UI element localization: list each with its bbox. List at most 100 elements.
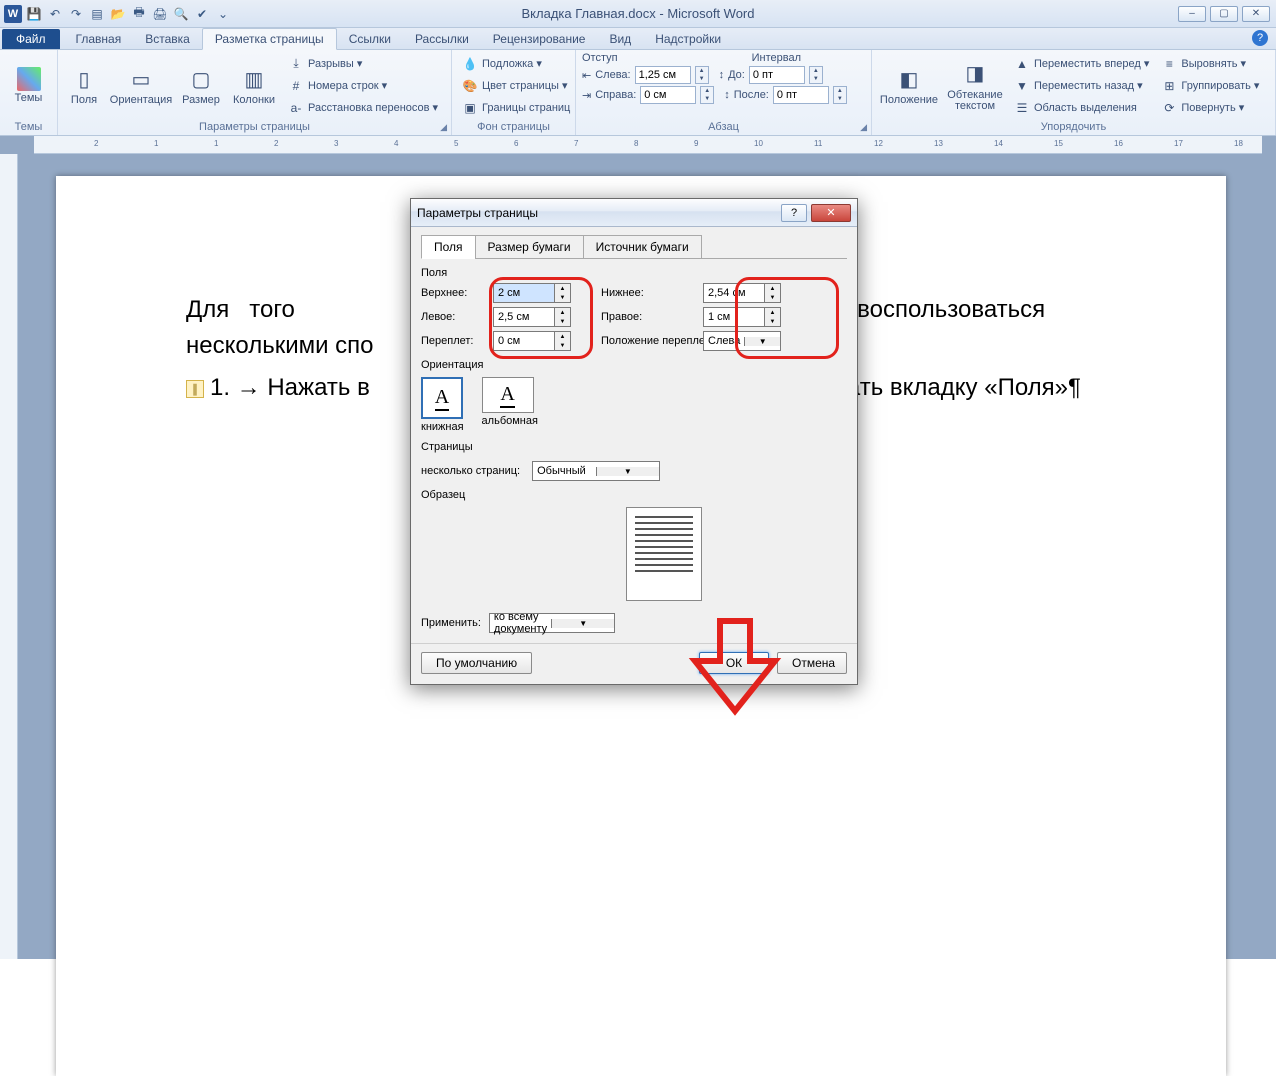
file-tab[interactable]: Файл [2,29,60,49]
horizontal-ruler[interactable]: 21123456789101112131415161718 [34,136,1262,154]
tab-view[interactable]: Вид [597,29,643,49]
qat-undo-icon[interactable]: ↶ [46,5,64,23]
qat-print-icon[interactable]: 🖶 [130,5,148,23]
spinner-arrows[interactable]: ▲▼ [700,86,714,104]
align-button[interactable]: ≡Выровнять ▾ [1157,54,1263,74]
bring-forward-button[interactable]: ▲Переместить вперед ▾ [1010,54,1153,74]
line-numbers-button[interactable]: #Номера строк ▾ [284,76,442,96]
margin-left-input[interactable] [493,307,555,327]
wrap-text-button[interactable]: ◨Обтекание текстом [944,54,1006,118]
themes-icon [17,67,41,91]
tab-page-layout[interactable]: Разметка страницы [202,28,337,50]
close-button[interactable]: ✕ [1242,6,1270,22]
spinner-arrows[interactable]: ▲▼ [695,66,709,84]
qat-quickprint-icon[interactable]: 🖨 [151,5,169,23]
orientation-landscape[interactable]: Aальбомная [482,377,538,433]
margin-bottom-field[interactable]: ▲▼ [703,283,793,303]
qat-open-icon[interactable]: 📂 [109,5,127,23]
minimize-button[interactable]: – [1178,6,1206,22]
tab-references[interactable]: Ссылки [337,29,403,49]
margin-top-field[interactable]: ▲▼ [493,283,583,303]
spacing-before-field[interactable]: ↕До:▲▼ [719,66,823,84]
multiple-pages-value: Обычный [533,465,596,477]
breaks-button[interactable]: ⤓Разрывы ▾ [284,54,442,74]
ok-button[interactable]: ОК [699,652,769,674]
spacing-after-field[interactable]: ↕После:▲▼ [724,86,847,104]
indent-left-input[interactable] [635,66,691,84]
tab-mailings[interactable]: Рассылки [403,29,481,49]
multiple-pages-select[interactable]: Обычный▼ [532,461,660,481]
dialog-titlebar[interactable]: Параметры страницы ? ✕ [411,199,857,227]
indent-right-input[interactable] [640,86,696,104]
dialog-tab-paper-size[interactable]: Размер бумаги [475,235,584,259]
preview-thumbnail [626,507,702,601]
rotate-button[interactable]: ⟳Повернуть ▾ [1157,98,1263,118]
wrap-text-label: Обтекание текстом [944,90,1006,112]
hyphenation-icon: a- [288,100,304,116]
themes-button[interactable]: Темы [6,54,51,118]
spinner-arrows[interactable]: ▲▼ [833,86,847,104]
margin-top-input[interactable] [493,283,555,303]
qat-preview-icon[interactable]: 🔍 [172,5,190,23]
maximize-button[interactable]: ▢ [1210,6,1238,22]
margin-bottom-label: Нижнее: [583,287,703,299]
orientation-button[interactable]: ▭Ориентация [108,54,174,118]
gutter-position-select[interactable]: Слева▼ [703,331,781,351]
dialog-close-button[interactable]: ✕ [811,204,851,222]
spacing-before-input[interactable] [749,66,805,84]
columns-button[interactable]: ▥Колонки [228,54,280,118]
gutter-input[interactable] [493,331,555,351]
tab-insert[interactable]: Вставка [133,29,202,49]
watermark-button[interactable]: 💧Подложка ▾ [458,54,574,74]
hyphenation-button[interactable]: a-Расстановка переносов ▾ [284,98,442,118]
indent-right-field[interactable]: ⇥Справа:▲▼ [582,86,714,104]
tab-home[interactable]: Главная [64,29,134,49]
margins-button[interactable]: ▯Поля [64,54,104,118]
size-button[interactable]: ▢Размер [178,54,224,118]
dialog-tab-fields[interactable]: Поля [421,235,476,259]
qat-more-icon[interactable]: ⌄ [214,5,232,23]
group-objects-button[interactable]: ⊞Группировать ▾ [1157,76,1263,96]
columns-icon: ▥ [239,65,269,93]
qat-save-icon[interactable]: 💾 [25,5,43,23]
window-controls: – ▢ ✕ [1178,6,1276,22]
qat-redo-icon[interactable]: ↷ [67,5,85,23]
chevron-down-icon[interactable]: ▼ [596,467,660,476]
margin-bottom-input[interactable] [703,283,765,303]
paragraph-launcher-icon[interactable]: ◢ [860,122,867,133]
dialog-tab-paper-source[interactable]: Источник бумаги [583,235,702,259]
dialog-help-button[interactable]: ? [781,204,807,222]
chevron-down-icon[interactable]: ▼ [551,619,614,628]
apply-to-label: Применить: [421,617,481,629]
orientation-portrait[interactable]: Aкнижная [421,377,464,433]
word-app-icon: W [4,5,22,23]
tab-addins[interactable]: Надстройки [643,29,733,49]
page-setup-launcher-icon[interactable]: ◢ [440,122,447,133]
selection-pane-button[interactable]: ☰Область выделения [1010,98,1153,118]
spacing-after-input[interactable] [773,86,829,104]
help-icon[interactable]: ? [1252,30,1268,46]
gutter-field[interactable]: ▲▼ [493,331,583,351]
default-button[interactable]: По умолчанию [421,652,532,674]
margins-label: Поля [71,95,97,106]
spacing-header: Интервал [752,52,801,64]
page-borders-button[interactable]: ▣Границы страниц [458,98,574,118]
spinner-arrows[interactable]: ▲▼ [809,66,823,84]
vertical-ruler[interactable] [0,154,18,959]
tab-review[interactable]: Рецензирование [481,29,598,49]
margin-left-field[interactable]: ▲▼ [493,307,583,327]
indent-left-label: Слева: [595,69,630,81]
indent-left-field[interactable]: ⇤Слева:▲▼ [582,66,709,84]
group-paragraph-label: Абзац◢ [576,121,871,135]
qat-spellcheck-icon[interactable]: ✔ [193,5,211,23]
margin-right-field[interactable]: ▲▼ [703,307,793,327]
cancel-button[interactable]: Отмена [777,652,847,674]
position-button[interactable]: ◧Положение [878,54,940,118]
margin-right-input[interactable] [703,307,765,327]
apply-to-select[interactable]: ко всему документу▼ [489,613,615,633]
page-color-button[interactable]: 🎨Цвет страницы ▾ [458,76,574,96]
qat-new-icon[interactable]: ▤ [88,5,106,23]
dialog-title: Параметры страницы [417,206,777,220]
chevron-down-icon[interactable]: ▼ [744,337,780,346]
send-backward-button[interactable]: ▼Переместить назад ▾ [1010,76,1153,96]
